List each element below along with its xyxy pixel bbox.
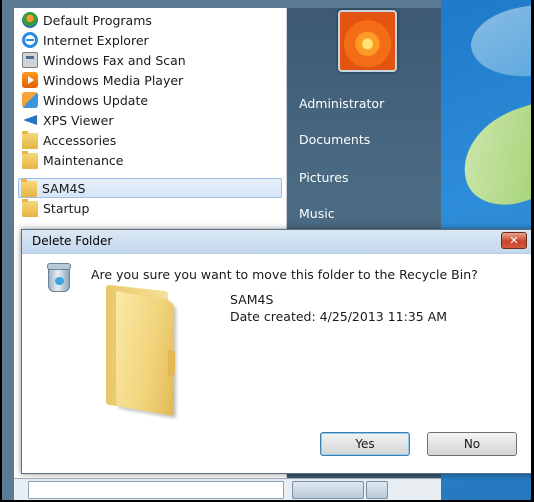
program-windows-media-player[interactable]: Windows Media Player: [20, 70, 286, 90]
dialog-title: Delete Folder: [32, 234, 113, 248]
fax-scan-icon: [22, 52, 38, 68]
program-internet-explorer[interactable]: Internet Explorer: [20, 30, 286, 50]
default-programs-icon: [22, 12, 38, 28]
program-xps-viewer[interactable]: XPS Viewer: [20, 110, 286, 130]
no-button[interactable]: No: [427, 432, 517, 456]
wallpaper-swoosh: [465, 0, 531, 86]
program-label: SAM4S: [42, 180, 86, 196]
program-label: Startup: [43, 200, 90, 216]
confirmation-message: Are you sure you want to move this folde…: [91, 267, 478, 282]
program-label: Default Programs: [43, 12, 152, 28]
program-label: Maintenance: [43, 152, 124, 168]
close-icon: ✕: [509, 234, 519, 247]
link-documents[interactable]: Documents: [299, 132, 370, 147]
start-menu-bottom-bar: [14, 478, 441, 500]
program-label: XPS Viewer: [43, 112, 114, 128]
dialog-title-bar[interactable]: Delete Folder ✕: [22, 230, 531, 254]
program-label: Accessories: [43, 132, 117, 148]
folder-icon: [22, 199, 38, 217]
xps-viewer-icon: [22, 112, 38, 128]
folder-maintenance[interactable]: Maintenance: [20, 150, 286, 170]
program-label: Windows Media Player: [43, 72, 184, 88]
user-avatar-flower[interactable]: [338, 10, 397, 72]
windows-update-icon: [22, 92, 38, 108]
folder-date-created: Date created: 4/25/2013 11:35 AM: [230, 309, 448, 324]
link-music[interactable]: Music: [299, 206, 335, 221]
wallpaper-swoosh: [450, 93, 531, 217]
program-windows-update[interactable]: Windows Update: [20, 90, 286, 110]
folder-sam4s-selected[interactable]: SAM4S: [18, 178, 282, 198]
close-button[interactable]: ✕: [501, 232, 527, 249]
folder-icon: [22, 151, 38, 169]
folder-tab: [168, 350, 175, 376]
internet-explorer-icon: [22, 32, 38, 48]
link-administrator[interactable]: Administrator: [299, 96, 384, 111]
program-label: Internet Explorer: [43, 32, 149, 48]
folder-icon: [22, 131, 38, 149]
shutdown-button[interactable]: [292, 481, 364, 499]
program-label: Windows Fax and Scan: [43, 52, 186, 68]
folder-name: SAM4S: [230, 292, 274, 307]
program-windows-fax-and-scan[interactable]: Windows Fax and Scan: [20, 50, 286, 70]
folder-icon-large: [106, 284, 186, 417]
delete-folder-dialog: Delete Folder ✕ Are you sure you want to…: [21, 229, 531, 474]
program-default-programs[interactable]: Default Programs: [20, 10, 286, 30]
yes-button[interactable]: Yes: [320, 432, 410, 456]
link-pictures[interactable]: Pictures: [299, 170, 349, 185]
media-player-icon: [22, 72, 38, 88]
recycle-bin-icon: [47, 263, 71, 292]
shutdown-options-button[interactable]: [366, 481, 388, 499]
search-input[interactable]: [28, 481, 284, 499]
folder-front: [116, 290, 174, 417]
folder-icon: [21, 179, 37, 197]
screen: Default Programs Internet Explorer Windo…: [2, 0, 531, 500]
program-label: Windows Update: [43, 92, 149, 108]
folder-startup[interactable]: Startup: [20, 198, 286, 218]
folder-accessories[interactable]: Accessories: [20, 130, 286, 150]
